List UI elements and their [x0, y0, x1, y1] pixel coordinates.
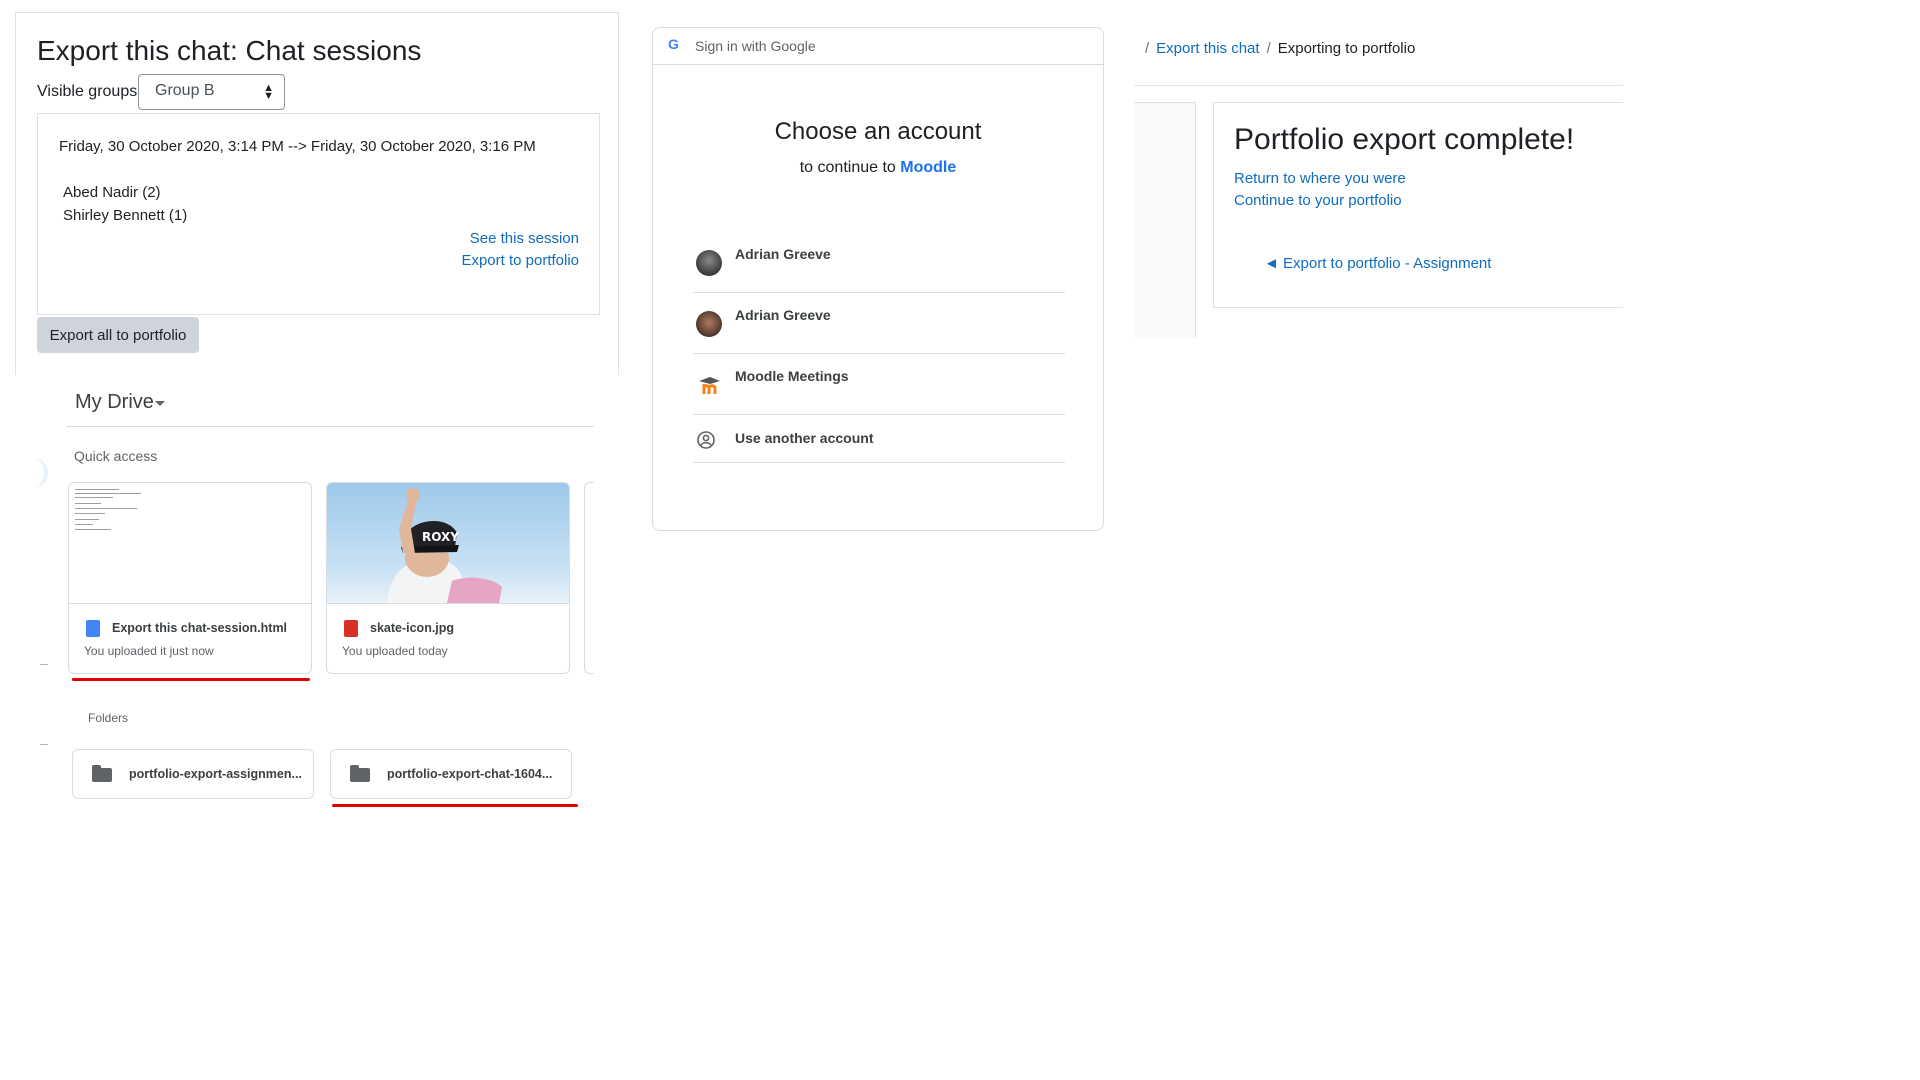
session-participant: Shirley Bennett (1) [63, 207, 188, 224]
return-link[interactable]: Return to where you were [1234, 170, 1406, 187]
breadcrumb-current: Exporting to portfolio [1277, 40, 1416, 57]
my-drive-title[interactable]: My Drive [75, 391, 154, 414]
image-file-icon [344, 620, 358, 637]
folder-item[interactable]: portfolio-export-chat-1604... [330, 749, 572, 799]
chat-export-panel: Export this chat: Chat sessions Visible … [15, 12, 619, 375]
visible-groups-label: Visible groups [37, 83, 138, 100]
divider [1134, 85, 1623, 86]
avatar [696, 250, 722, 276]
document-thumbnail [69, 483, 311, 604]
visible-groups-select[interactable]: Group B ▲ ▼ [138, 74, 285, 110]
divider [40, 664, 48, 665]
signin-header: G Sign in with Google [653, 28, 1103, 65]
red-underline-annotation [72, 678, 310, 681]
export-session-link[interactable]: Export to portfolio [461, 252, 579, 269]
folder-icon [350, 765, 370, 782]
google-signin-panel: G Sign in with Google Choose an account … [652, 27, 1104, 531]
avatar [696, 311, 722, 337]
account-name: Use another account [735, 430, 874, 446]
see-session-link[interactable]: See this session [470, 230, 579, 247]
breadcrumb-separator: / [1266, 40, 1271, 57]
divider [66, 426, 594, 427]
back-to-assignment-link[interactable]: ◄ Export to portfolio - Assignment [1264, 255, 1491, 272]
red-underline-annotation [332, 804, 578, 807]
skater-photo: ROXY [387, 488, 502, 603]
google-logo-icon: G [668, 36, 679, 52]
svg-text:ROXY: ROXY [422, 530, 459, 544]
moodle-link[interactable]: Moodle [900, 159, 956, 176]
file-card-partial[interactable] [584, 482, 594, 674]
file-card-html[interactable]: Export this chat-session.html You upload… [68, 482, 312, 674]
breadcrumb: / Export this chat / Exporting to portfolio [1138, 40, 1415, 57]
signin-header-text: Sign in with Google [695, 38, 816, 54]
account-option[interactable]: Adrian Greeve [693, 293, 1065, 354]
breadcrumb-export-chat-link[interactable]: Export this chat [1156, 40, 1259, 57]
google-doc-icon [86, 620, 100, 637]
divider [40, 744, 48, 745]
dropdown-caret-icon[interactable] [155, 401, 165, 406]
visible-groups-value: Group B [155, 82, 215, 99]
moodle-logo-icon [696, 372, 722, 398]
folders-label: Folders [88, 711, 129, 725]
session-time-range: Friday, 30 October 2020, 3:14 PM --> Fri… [59, 138, 536, 155]
file-card-image[interactable]: ROXY skate-icon.jpg You uploaded today [326, 482, 570, 674]
folder-name: portfolio-export-assignmen... [129, 767, 302, 781]
folder-name: portfolio-export-chat-1604... [387, 767, 553, 781]
account-name: Moodle Meetings [735, 368, 849, 384]
select-caret-icon: ▲ ▼ [263, 82, 274, 102]
file-meta: You uploaded today [342, 644, 448, 658]
chat-session-box: Friday, 30 October 2020, 3:14 PM --> Fri… [37, 113, 600, 315]
side-drawer [1134, 102, 1196, 338]
export-all-button[interactable]: Export all to portfolio [37, 317, 199, 353]
continue-to-text: to continue to Moodle [653, 159, 1103, 177]
continue-prefix: to continue to [799, 159, 896, 176]
session-participant: Abed Nadir (2) [63, 184, 161, 201]
continue-portfolio-link[interactable]: Continue to your portfolio [1234, 192, 1402, 209]
account-option[interactable]: Adrian Greeve [693, 232, 1065, 293]
portfolio-result-panel: Portfolio export complete! Return to whe… [1213, 102, 1623, 308]
file-name: skate-icon.jpg [370, 621, 455, 635]
file-name: Export this chat-session.html [112, 621, 288, 635]
sidebar-edge [32, 458, 48, 488]
breadcrumb-separator: / [1145, 40, 1150, 57]
account-name: Adrian Greeve [735, 307, 831, 323]
image-thumbnail: ROXY [327, 483, 569, 604]
folder-item[interactable]: portfolio-export-assignmen... [72, 749, 314, 799]
user-circle-icon [696, 430, 722, 456]
use-another-account-option[interactable]: Use another account [693, 415, 1065, 463]
quick-access-label: Quick access [74, 448, 158, 464]
portfolio-complete-title: Portfolio export complete! [1234, 123, 1575, 156]
choose-account-title: Choose an account [774, 118, 982, 145]
folder-icon [92, 765, 112, 782]
account-option[interactable]: Moodle Meetings [693, 354, 1065, 415]
page-title: Export this chat: Chat sessions [37, 35, 422, 66]
account-name: Adrian Greeve [735, 246, 831, 262]
file-meta: You uploaded it just now [84, 644, 214, 658]
